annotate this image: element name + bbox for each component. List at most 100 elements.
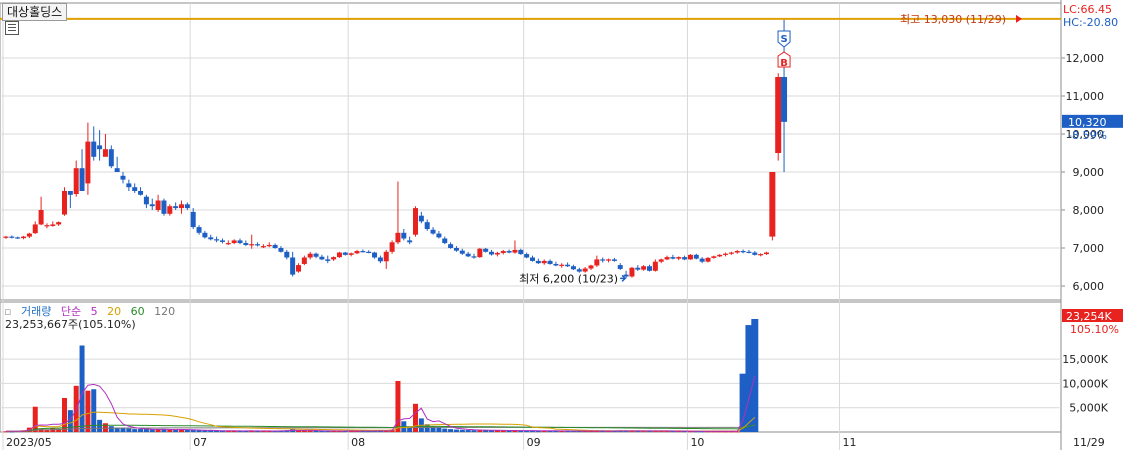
volume-bar [138,429,144,432]
candle-body [44,225,50,227]
candle [50,221,56,227]
candle [448,242,454,249]
candle-body [161,200,167,214]
candle-body [342,252,348,255]
candle [225,240,231,245]
volume-ma5-line [6,375,756,432]
candle-body [360,251,366,253]
candle-body [272,244,278,248]
candle [442,236,448,245]
candle [588,264,594,271]
candle-body [717,254,723,257]
volume-bar [108,426,114,432]
candle [196,225,202,235]
candle [775,73,782,161]
candle-body [535,260,541,264]
candle-body [635,267,641,270]
candle [97,130,103,161]
candle [366,250,372,254]
candle-body [740,251,746,253]
candle-body [617,265,623,269]
high-marker-icon [1016,14,1022,23]
calculator-icon[interactable] [5,21,19,35]
volume-bar [442,428,448,432]
candle [471,253,477,259]
candle [728,251,734,255]
candle [377,255,383,264]
candle [126,179,132,191]
date-tick-label: 08 [351,436,365,449]
candle [752,251,758,256]
candle [296,263,301,273]
candle-body [752,252,758,255]
high-price-annotation: 최고 13,030 (11/29) [900,13,1006,26]
candle-body [477,248,483,258]
price-panel-frame [0,2,1062,301]
candle [231,239,237,245]
candle [73,160,79,197]
candle [237,238,243,245]
price-tick-label: 8,000 [1073,204,1105,217]
candle-body [582,268,588,272]
volume-tick-label: 10,000K [1062,377,1108,390]
candle-body [190,211,196,228]
candle [108,145,114,169]
candle [500,249,506,255]
stock-chart: 6,000 7,000 8,000 9,000 10,000 11,000 12,000 5,… [0,0,1123,452]
candle-body [120,175,126,180]
candle-body [67,191,73,195]
candle-body [278,248,284,252]
candle [687,254,693,260]
candle-body [9,236,15,238]
candle-body [319,256,325,260]
stock-title[interactable]: 대상홀딩스 [2,3,68,21]
candle [658,258,664,264]
candle [535,258,541,264]
price-tick-label: 7,000 [1073,242,1105,255]
candle [219,238,225,244]
candle-body [576,269,582,272]
candle-body [448,244,454,248]
date-tick-label: 11 [843,436,857,449]
candle-body [670,257,676,259]
candle-body [570,266,576,270]
candle [307,251,313,260]
candle-body [284,251,290,258]
legend-item-ma120[interactable]: 120 [154,305,175,318]
candle [453,246,459,252]
candle [570,264,576,271]
candle-body [301,257,307,264]
current-price-label: 10,320 [1068,116,1107,129]
low-price-annotation: 최저 6,200 (10/23) [519,272,618,285]
candle [635,265,641,271]
candle-body [249,244,255,246]
candle [483,248,489,253]
date-tick-label: 07 [193,436,207,449]
candle [530,255,535,262]
candle-body [348,253,354,255]
candle [424,219,430,231]
candle [354,249,360,255]
candle [9,235,15,239]
candle [167,204,173,216]
candle-body [606,259,612,261]
date-tick-label: 10 [690,436,704,449]
candle [120,172,126,184]
candle-body [3,236,9,238]
candle [670,254,676,260]
volume-bar [62,397,67,432]
candle-body [682,257,688,260]
candle-body [629,267,635,277]
candle-body [73,168,79,195]
candle [313,252,319,259]
candle [389,240,395,254]
candle-body [418,215,424,222]
chart-canvas: 6,0007,0008,0009,00010,00011,00012,0005,… [0,0,1123,450]
candle-body [354,251,360,254]
candle [79,149,85,191]
volume-tag-label: 23,254K [1066,310,1112,323]
candle-body [395,232,401,243]
candle-body [442,238,448,244]
candle-body [231,240,237,244]
candle-body [723,253,729,255]
